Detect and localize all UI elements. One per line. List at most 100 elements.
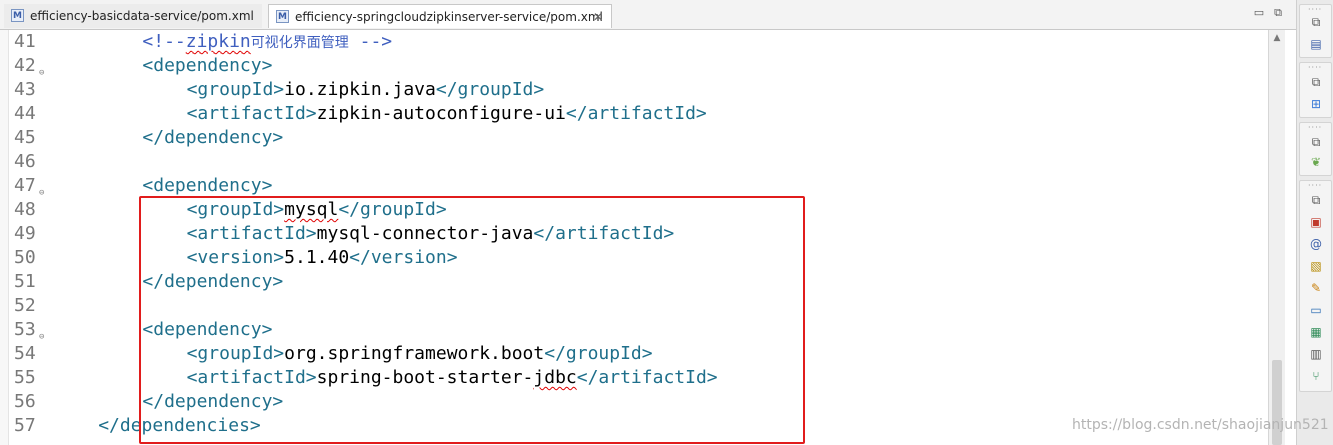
code-text: <version>5.1.40</version> bbox=[187, 246, 458, 270]
servers-view-icon[interactable]: ▦ bbox=[1309, 325, 1323, 339]
drag-handle-icon[interactable]: ···· bbox=[1308, 181, 1322, 190]
code-token: <dependency> bbox=[142, 175, 273, 196]
tab-label: efficiency-basicdata-service/pom.xml bbox=[30, 9, 254, 23]
code-token: </dependencies> bbox=[98, 415, 261, 436]
code-line[interactable]: 53 ⊖ <dependency> bbox=[0, 318, 1268, 342]
code-line[interactable]: 49 <artifactId>mysql-connector-java</arti… bbox=[0, 222, 1268, 246]
code-text: <groupId>org.springframework.boot</group… bbox=[187, 342, 653, 366]
code-text: <!--zipkin可视化界面管理 --> bbox=[142, 30, 392, 55]
code-text: <groupId>mysql</groupId> bbox=[187, 198, 447, 222]
code-line[interactable]: 46 bbox=[0, 150, 1268, 174]
code-token: jdbc bbox=[533, 367, 577, 388]
editor-tab-bar: M efficiency-basicdata-service/pom.xml M… bbox=[0, 0, 1296, 30]
code-token: </groupId> bbox=[435, 79, 545, 100]
code-line[interactable]: 52 bbox=[0, 294, 1268, 318]
dock-group-hierarchy: ···· ⧉ ⊞ bbox=[1299, 62, 1332, 118]
code-token: </groupId> bbox=[338, 199, 447, 220]
code-text: <groupId>io.zipkin.java</groupId> bbox=[187, 78, 545, 102]
code-token: </version> bbox=[349, 247, 458, 268]
code-text: <dependency> bbox=[142, 174, 272, 198]
restore-icon[interactable]: ⧉ bbox=[1309, 193, 1323, 207]
problems-view-icon[interactable]: ▣ bbox=[1309, 215, 1323, 229]
code-token: 5.1.40 bbox=[284, 247, 350, 268]
line-number: 41 bbox=[14, 31, 36, 52]
code-line[interactable]: 45 </dependency> bbox=[0, 126, 1268, 150]
git-view-icon[interactable]: ⑂ bbox=[1309, 369, 1323, 383]
minimize-icon[interactable]: ▭ bbox=[1252, 6, 1266, 20]
code-text: <dependency> bbox=[142, 54, 272, 78]
code-line[interactable]: 55 <artifactId>spring-boot-starter-jdbc</… bbox=[0, 366, 1268, 390]
code-token: <artifactId> bbox=[186, 103, 317, 124]
line-number: 50 bbox=[14, 247, 36, 268]
line-number: 52 bbox=[14, 295, 36, 316]
line-number: 51 bbox=[14, 271, 36, 292]
progress-view-icon[interactable]: ▥ bbox=[1309, 347, 1323, 361]
line-number: 49 bbox=[14, 223, 36, 244]
watermark: https://blog.csdn.net/shaojianjun521 bbox=[1072, 417, 1329, 433]
code-line[interactable]: 47 ⊖ <dependency> bbox=[0, 174, 1268, 198]
code-line[interactable]: 54 <groupId>org.springframework.boot</gro… bbox=[0, 342, 1268, 366]
code-text: </dependencies> bbox=[98, 414, 261, 438]
console-view-icon[interactable]: ▭ bbox=[1309, 303, 1323, 317]
vertical-scrollbar[interactable]: ▲ bbox=[1268, 30, 1285, 445]
drag-handle-icon[interactable]: ···· bbox=[1308, 123, 1322, 132]
line-number: 43 bbox=[14, 79, 36, 100]
code-token: </artifactId> bbox=[565, 103, 707, 124]
restore-icon[interactable]: ⧉ bbox=[1309, 15, 1323, 29]
code-line[interactable]: 48 <groupId>mysql</groupId> bbox=[0, 198, 1268, 222]
code-token: </groupId> bbox=[544, 343, 653, 364]
code-line[interactable]: 56 </dependency> bbox=[0, 390, 1268, 414]
code-token: zipkin bbox=[185, 31, 251, 52]
code-token: </dependency> bbox=[142, 391, 284, 412]
code-line[interactable]: 43 <groupId>io.zipkin.java</groupId> bbox=[0, 78, 1268, 102]
code-text: </dependency> bbox=[142, 126, 283, 150]
line-number: 55 bbox=[14, 367, 36, 388]
code-text: </dependency> bbox=[142, 270, 283, 294]
scroll-up-icon[interactable]: ▲ bbox=[1269, 30, 1285, 46]
line-number: 42 bbox=[14, 55, 36, 76]
close-tab-icon[interactable]: ✕ bbox=[593, 5, 603, 29]
restore-icon[interactable]: ⧉ bbox=[1309, 135, 1323, 149]
code-line[interactable]: 51 </dependency> bbox=[0, 270, 1268, 294]
code-token: </artifactId> bbox=[533, 223, 675, 244]
spring-leaf-icon[interactable]: ❦ bbox=[1309, 155, 1323, 169]
code-text: <artifactId>spring-boot-starter-jdbc</ar… bbox=[187, 366, 718, 390]
code-line[interactable]: 41 <!--zipkin可视化界面管理 --> bbox=[0, 30, 1268, 54]
line-number: 53 bbox=[14, 319, 36, 340]
code-line[interactable]: 42 ⊖ <dependency> bbox=[0, 54, 1268, 78]
code-editor[interactable]: 41 <!--zipkin可视化界面管理 --> 42 ⊖ <dependency> 43… bbox=[0, 30, 1268, 445]
code-line[interactable]: 44 <artifactId>zipkin-autoconfigure-ui</a… bbox=[0, 102, 1268, 126]
maximize-icon[interactable]: ⧉ bbox=[1271, 6, 1285, 20]
code-token: <groupId> bbox=[186, 343, 285, 364]
line-number: 44 bbox=[14, 103, 36, 124]
code-text: <artifactId>zipkin-autoconfigure-ui</art… bbox=[187, 102, 707, 126]
dock-group-views: ···· ⧉ ▣ @ ▧ ✎ ▭ ▦ ▥ ⑂ bbox=[1299, 180, 1332, 392]
code-token: mysql-connector-java bbox=[316, 223, 534, 244]
hierarchy-view-icon[interactable]: ⊞ bbox=[1309, 97, 1323, 111]
code-token: <artifactId> bbox=[186, 223, 317, 244]
code-token: </dependency> bbox=[142, 271, 284, 292]
code-token: <dependency> bbox=[142, 319, 273, 340]
code-token: zipkin-autoconfigure-ui bbox=[316, 103, 566, 124]
line-number: 48 bbox=[14, 199, 36, 220]
restore-icon[interactable]: ⧉ bbox=[1309, 75, 1323, 89]
line-number: 46 bbox=[14, 151, 36, 172]
tab-zipkinserver-pom[interactable]: M efficiency-springcloudzipkinserver-ser… bbox=[268, 4, 612, 28]
line-number: 54 bbox=[14, 343, 36, 364]
drag-handle-icon[interactable]: ···· bbox=[1308, 63, 1322, 72]
right-dock-toolbar: ···· ⧉ ▤ ···· ⧉ ⊞ ···· ⧉ ❦ ···· ⧉ ▣ @ ▧ … bbox=[1296, 0, 1333, 445]
declaration-view-icon[interactable]: ▧ bbox=[1309, 259, 1323, 273]
line-number: 57 bbox=[14, 415, 36, 436]
javadoc-at-icon[interactable]: @ bbox=[1309, 237, 1323, 251]
code-token: <groupId> bbox=[186, 199, 285, 220]
tab-basicdata-pom[interactable]: M efficiency-basicdata-service/pom.xml bbox=[4, 4, 262, 28]
maven-file-icon: M bbox=[11, 9, 24, 22]
code-text: <dependency> bbox=[142, 318, 272, 342]
search-view-icon[interactable]: ✎ bbox=[1309, 281, 1323, 295]
outline-view-icon[interactable]: ▤ bbox=[1309, 37, 1323, 51]
code-token: org.springframework.boot bbox=[284, 343, 545, 364]
code-line[interactable]: 50 <version>5.1.40</version> bbox=[0, 246, 1268, 270]
code-token: <groupId> bbox=[186, 79, 285, 100]
code-token: mysql bbox=[284, 199, 339, 220]
drag-handle-icon[interactable]: ···· bbox=[1308, 5, 1322, 14]
